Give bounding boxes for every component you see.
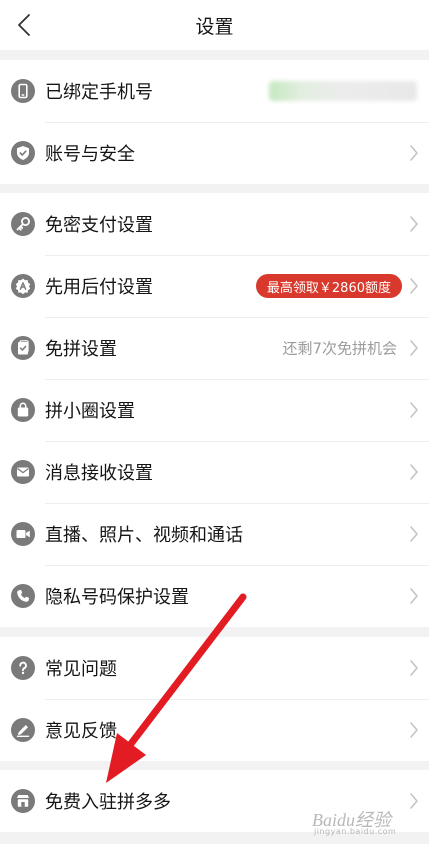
pay-later-row[interactable]: 先用后付设置 最高领取￥2860额度 (0, 255, 429, 317)
privacy-number-label: 隐私号码保护设置 (45, 587, 189, 608)
free-group-row[interactable]: 免拼设置 还剩7次免拼机会 (0, 317, 429, 379)
chevron-right-icon (409, 659, 419, 677)
chevron-right-icon (409, 401, 419, 419)
navigation-bar: 设置 (0, 0, 429, 50)
settings-group: 免密支付设置 先用后付设置 最高领取￥2860额度 免拼设置 还剩7次免拼机会 … (0, 193, 429, 627)
message-settings-row[interactable]: 消息接收设置 (0, 441, 429, 503)
account-security-label: 账号与安全 (45, 144, 135, 165)
media-settings-label: 直播、照片、视频和通话 (45, 525, 243, 546)
question-icon (11, 656, 35, 680)
chevron-right-icon (409, 792, 419, 810)
media-settings-row[interactable]: 直播、照片、视频和通话 (0, 503, 429, 565)
circle-settings-row[interactable]: 拼小圈设置 (0, 379, 429, 441)
shield-icon (11, 141, 35, 165)
ticket-icon (11, 336, 35, 360)
password-free-pay-row[interactable]: 免密支付设置 (0, 193, 429, 255)
message-settings-label: 消息接收设置 (45, 463, 153, 484)
phone-call-icon (11, 584, 35, 608)
chevron-right-icon (409, 277, 419, 295)
circle-settings-label: 拼小圈设置 (45, 401, 135, 422)
faq-label: 常见问题 (45, 659, 117, 680)
page-title: 设置 (195, 15, 234, 38)
bag-icon (11, 398, 35, 422)
chevron-right-icon (409, 587, 419, 605)
phone-icon (11, 79, 35, 103)
feedback-label: 意见反馈 (45, 721, 117, 742)
phone-number-redacted (269, 81, 417, 101)
account-group: 已绑定手机号 账号与安全 (0, 60, 429, 184)
password-free-pay-label: 免密支付设置 (45, 215, 153, 236)
pay-later-label: 先用后付设置 (45, 277, 153, 298)
chevron-right-icon (409, 339, 419, 357)
help-group: 常见问题 意见反馈 (0, 637, 429, 761)
merchant-join-label: 免费入驻拼多多 (45, 792, 171, 813)
pencil-icon (11, 718, 35, 742)
free-group-label: 免拼设置 (45, 339, 117, 360)
account-security-row[interactable]: 账号与安全 (0, 122, 429, 184)
chevron-right-icon (409, 144, 419, 162)
back-button[interactable] (6, 7, 42, 43)
merchant-group: 免费入驻拼多多 (0, 770, 429, 832)
video-icon (11, 522, 35, 546)
bound-phone-label: 已绑定手机号 (45, 82, 153, 103)
pay-later-icon (11, 274, 35, 298)
chevron-right-icon (409, 721, 419, 739)
bound-phone-row[interactable]: 已绑定手机号 (0, 60, 429, 122)
key-icon (11, 212, 35, 236)
feedback-row[interactable]: 意见反馈 (0, 699, 429, 761)
merchant-join-row[interactable]: 免费入驻拼多多 (0, 770, 429, 832)
chevron-left-icon (18, 14, 30, 36)
store-icon (11, 789, 35, 813)
chevron-right-icon (409, 525, 419, 543)
chevron-right-icon (409, 463, 419, 481)
free-group-remaining: 还剩7次免拼机会 (282, 339, 397, 358)
chevron-right-icon (409, 215, 419, 233)
faq-row[interactable]: 常见问题 (0, 637, 429, 699)
privacy-number-row[interactable]: 隐私号码保护设置 (0, 565, 429, 627)
message-icon (11, 460, 35, 484)
credit-promo-badge[interactable]: 最高领取￥2860额度 (255, 274, 402, 298)
